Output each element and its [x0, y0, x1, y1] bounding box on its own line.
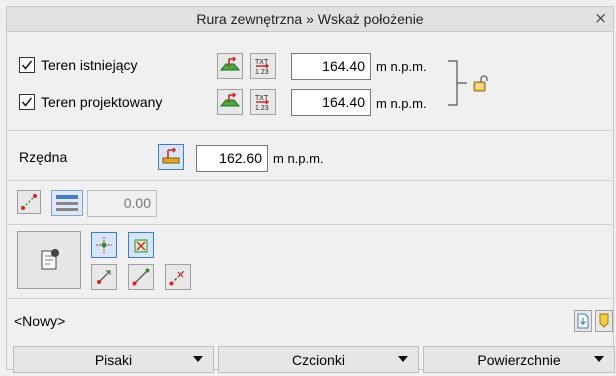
checkmark-icon: [21, 97, 33, 107]
ordinate-input[interactable]: 162.60: [196, 145, 268, 172]
line-segment-button[interactable]: [128, 264, 154, 290]
slope-mode-button[interactable]: [51, 190, 83, 216]
load-icon: [577, 313, 589, 329]
properties-button[interactable]: [17, 231, 81, 289]
designed-terrain-unit: m n.p.m.: [376, 96, 427, 111]
designed-terrain-input[interactable]: 164.40: [291, 89, 371, 116]
pens-label: Pisaki: [94, 351, 133, 368]
surfaces-dropdown[interactable]: Powierzchnie: [423, 346, 615, 373]
designed-terrain-label: Teren projektowany: [41, 94, 163, 110]
link-bracket: [448, 60, 467, 106]
save-icon: [599, 313, 609, 328]
delete-segment-icon: [169, 269, 186, 286]
extend-start-icon: [97, 270, 111, 284]
close-icon[interactable]: ×: [594, 9, 607, 27]
chevron-down-icon: [398, 356, 408, 362]
snap-point-icon: [96, 237, 112, 253]
terrain-pick-icon: [220, 57, 240, 71]
separator: [8, 298, 612, 299]
chevron-down-icon: [594, 356, 604, 362]
name-field[interactable]: <Nowy>: [14, 313, 65, 329]
txt-value-icon: TXT 1.23: [255, 95, 269, 112]
separator: [8, 180, 612, 181]
slope-line-icon: [21, 194, 37, 210]
svg-text:1.23: 1.23: [255, 69, 269, 76]
existing-terrain-input[interactable]: 164.40: [291, 53, 371, 80]
delete-segment-button[interactable]: [165, 264, 191, 290]
svg-text:1.23: 1.23: [255, 105, 269, 112]
load-button[interactable]: [574, 310, 592, 332]
pick-designed-terrain-button[interactable]: [217, 89, 243, 115]
extend-start-button[interactable]: [91, 264, 117, 290]
pens-dropdown[interactable]: Pisaki: [13, 346, 214, 373]
surfaces-label: Powierzchnie: [477, 351, 561, 368]
pick-terrain-button[interactable]: [217, 53, 243, 79]
existing-terrain-unit: m n.p.m.: [376, 59, 427, 74]
ordinate-unit: m n.p.m.: [273, 151, 324, 166]
properties-icon: [41, 249, 59, 270]
designed-terrain-checkbox[interactable]: [19, 94, 35, 110]
snap-object-icon: [134, 239, 148, 253]
terrain-pick-icon: [220, 93, 240, 107]
line-segment-icon: [132, 268, 150, 286]
slope-line-button[interactable]: [17, 190, 41, 214]
separator: [8, 224, 612, 225]
existing-terrain-checkbox[interactable]: [19, 57, 35, 73]
fonts-dropdown[interactable]: Czcionki: [218, 346, 419, 373]
window-title: Rura zewnętrzna » Wskaż położenie: [196, 11, 424, 27]
pick-ordinate-button[interactable]: [158, 144, 184, 170]
txt-value-icon: TXT 1.23: [255, 59, 269, 76]
ordinate-pick-icon: [162, 148, 180, 164]
snap-object-button[interactable]: [128, 232, 154, 258]
designed-text-value-button[interactable]: TXT 1.23: [250, 89, 276, 115]
save-button[interactable]: [595, 310, 613, 332]
slope-input[interactable]: 0.00: [87, 190, 157, 217]
lock-button[interactable]: [470, 73, 492, 95]
lock-icon: [473, 75, 488, 92]
separator: [8, 130, 612, 131]
layers-icon: [56, 195, 78, 211]
text-value-button[interactable]: TXT 1.23: [250, 53, 276, 79]
chevron-down-icon: [193, 356, 203, 362]
existing-terrain-label: Teren istniejący: [41, 57, 138, 73]
window-titlebar: Rura zewnętrzna » Wskaż położenie ×: [6, 6, 614, 32]
ordinate-label: Rzędna: [19, 149, 68, 165]
checkmark-icon: [21, 60, 33, 70]
snap-point-button[interactable]: [91, 232, 117, 258]
fonts-label: Czcionki: [292, 351, 345, 368]
